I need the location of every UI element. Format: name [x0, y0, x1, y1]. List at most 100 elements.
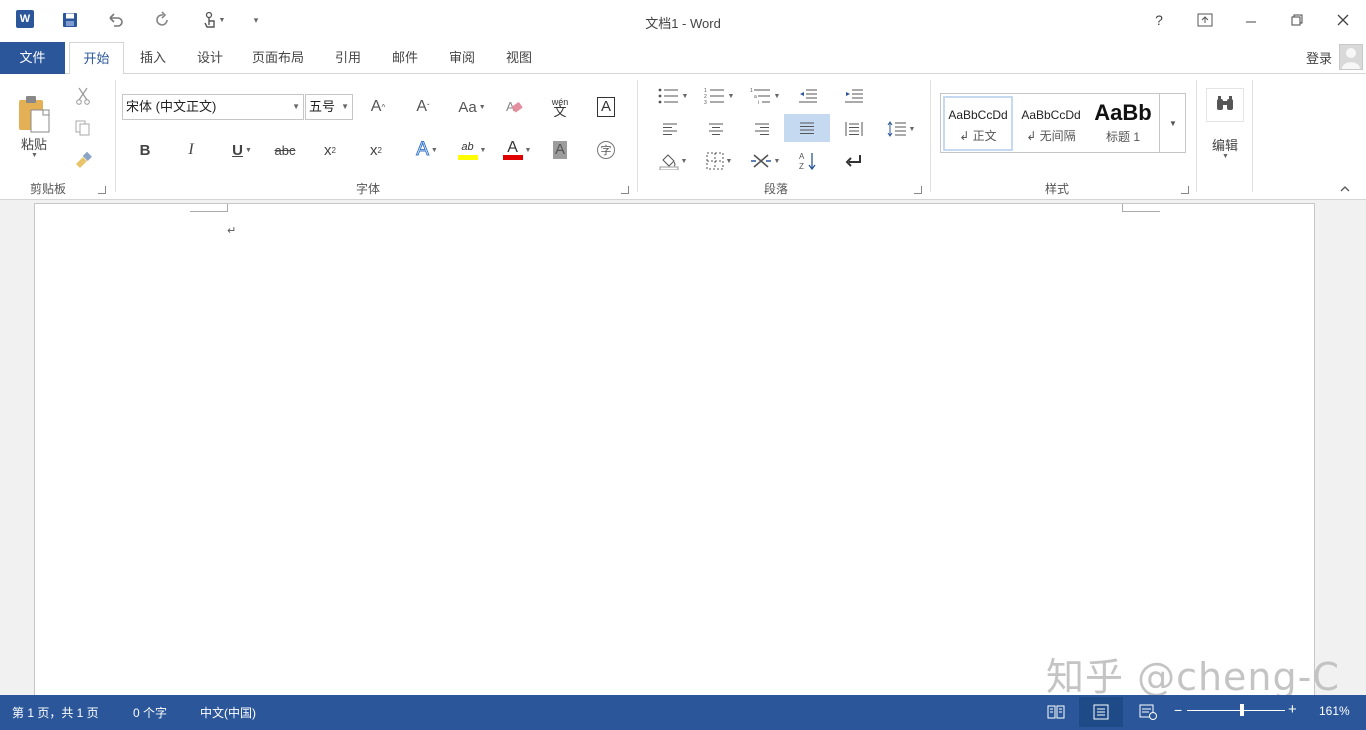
clear-formatting-button[interactable]: A	[500, 94, 530, 120]
tab-view[interactable]: 视图	[498, 42, 540, 74]
tab-file[interactable]: 文件	[0, 42, 65, 74]
ribbon: 粘贴 ▼ 剪贴板 宋体 (中文正文) ▼ 五号 ▼ A ^ Aˇ Aa ▼ A wén 文…	[0, 74, 1366, 200]
distributed-button[interactable]	[840, 116, 868, 142]
document-page[interactable]: ↵	[34, 203, 1315, 703]
sort-button[interactable]: AZ	[794, 148, 822, 174]
clipboard-launcher-icon[interactable]	[98, 186, 106, 194]
paragraph-mark: ↵	[227, 225, 237, 237]
divider	[930, 80, 931, 192]
grow-font-icon: A	[370, 98, 382, 115]
font-color-button[interactable]: A ▼	[500, 137, 534, 163]
superscript-button[interactable]: x2	[362, 137, 390, 163]
styles-gallery: AaBbCcDd ↲ 正文 AaBbCcDd ↲ 无间隔 AaBb 标题 1 ▼	[940, 93, 1186, 153]
line-spacing-button[interactable]: ▼	[884, 116, 918, 142]
bullets-button[interactable]: ▼	[656, 83, 690, 109]
multilevel-list-button[interactable]: 1 a i ▼	[748, 83, 782, 109]
text-effects-button[interactable]: A ▼	[410, 137, 444, 163]
text-effects-icon: A	[416, 139, 430, 161]
divider	[1252, 80, 1253, 192]
zoom-slider-track[interactable]	[1187, 710, 1285, 711]
bold-button[interactable]: B	[132, 137, 158, 163]
character-border-button[interactable]: A	[592, 94, 620, 120]
tab-insert[interactable]: 插入	[132, 42, 174, 74]
decrease-indent-button[interactable]	[794, 83, 822, 109]
styles-more-icon[interactable]: ▼	[1159, 94, 1186, 152]
tab-mailings[interactable]: 邮件	[384, 42, 426, 74]
zoom-slider-thumb[interactable]	[1240, 704, 1244, 716]
justify-button[interactable]	[784, 114, 830, 142]
editing-label[interactable]: 编辑	[1212, 135, 1238, 154]
web-layout-icon[interactable]	[1126, 697, 1170, 727]
collapse-ribbon-icon[interactable]	[1340, 184, 1350, 196]
chinese-layout-button[interactable]: ▼	[748, 148, 782, 174]
grow-font-button[interactable]: A ^	[364, 94, 392, 120]
tab-design[interactable]: 设计	[189, 42, 231, 74]
chevron-down-icon[interactable]: ▼	[292, 95, 300, 119]
superscript-icon: x	[370, 141, 378, 159]
font-launcher-icon[interactable]	[621, 186, 629, 194]
help-icon[interactable]: ?	[1144, 8, 1174, 32]
close-icon[interactable]	[1328, 8, 1358, 32]
show-marks-button[interactable]	[840, 148, 868, 174]
tab-review[interactable]: 审阅	[441, 42, 483, 74]
subscript-icon: x	[324, 141, 332, 159]
align-center-button[interactable]	[702, 116, 730, 142]
numbering-button[interactable]: 1 2 3 ▼	[702, 83, 736, 109]
zoom-out-icon[interactable]: −	[1174, 703, 1182, 717]
watermark: 知乎 @cheng-C	[1046, 655, 1340, 699]
ribbon-display-options-icon[interactable]	[1190, 8, 1220, 32]
sign-in-link[interactable]: 登录	[1306, 48, 1332, 67]
paragraph-launcher-icon[interactable]	[914, 186, 922, 194]
crop-mark	[1122, 204, 1160, 212]
borders-button[interactable]: ▼	[702, 148, 736, 174]
zoom-in-icon[interactable]: +	[1288, 702, 1297, 717]
font-name-box[interactable]: 宋体 (中文正文) ▼	[122, 94, 304, 120]
tab-home[interactable]: 开始	[69, 42, 124, 75]
font-color-swatch	[502, 154, 523, 160]
svg-text:3: 3	[704, 100, 707, 104]
italic-button[interactable]: I	[178, 137, 204, 163]
align-left-button[interactable]	[656, 116, 684, 142]
style-heading-1[interactable]: AaBb 标题 1	[1089, 96, 1157, 151]
paste-dropdown-icon[interactable]: ▼	[31, 152, 38, 159]
tab-references[interactable]: 引用	[327, 42, 369, 74]
svg-text:A: A	[799, 152, 805, 161]
zoom-level[interactable]: 161%	[1319, 704, 1350, 718]
phonetic-guide-button[interactable]: wén 文	[545, 94, 575, 120]
subscript-button[interactable]: x2	[316, 137, 344, 163]
highlight-button[interactable]: ab ▼	[454, 137, 490, 163]
cut-icon[interactable]	[70, 84, 96, 108]
enclose-characters-button[interactable]: 字	[592, 137, 620, 163]
group-label-paragraph: 段落	[763, 182, 788, 196]
copy-icon[interactable]	[70, 116, 96, 140]
page-count[interactable]: 第 1 页，共 1 页	[12, 704, 99, 721]
group-label-clipboard: 剪贴板	[29, 182, 66, 196]
increase-indent-button[interactable]	[840, 83, 868, 109]
chevron-down-icon[interactable]: ▼	[341, 95, 349, 119]
shrink-font-button[interactable]: Aˇ	[409, 94, 437, 120]
read-mode-icon[interactable]	[1034, 697, 1078, 727]
document-canvas[interactable]: ↵ 知乎 @cheng-C	[0, 200, 1366, 703]
font-size-box[interactable]: 五号 ▼	[305, 94, 353, 120]
minimize-icon[interactable]	[1236, 8, 1266, 32]
tab-layout[interactable]: 页面布局	[246, 42, 310, 74]
format-painter-icon[interactable]	[70, 148, 96, 172]
style-no-spacing[interactable]: AaBbCcDd ↲ 无间隔	[1015, 96, 1087, 151]
character-shading-button[interactable]: A	[546, 137, 574, 163]
strikethrough-button[interactable]: abc	[270, 137, 300, 163]
word-count[interactable]: 0 个字	[133, 704, 167, 721]
restore-icon[interactable]	[1282, 8, 1312, 32]
underline-button[interactable]: U ▼	[224, 137, 260, 163]
editing-dropdown-icon[interactable]: ▼	[1222, 153, 1229, 160]
style-preview: AaBb	[1094, 100, 1152, 125]
language-status[interactable]: 中文(中国)	[200, 704, 256, 721]
avatar[interactable]	[1339, 44, 1363, 70]
shading-button[interactable]: ▼	[656, 148, 690, 174]
style-normal[interactable]: AaBbCcDd ↲ 正文	[943, 96, 1013, 151]
styles-launcher-icon[interactable]	[1181, 186, 1189, 194]
style-name: ↲ 无间隔	[1026, 129, 1076, 143]
align-right-button[interactable]	[748, 116, 776, 142]
change-case-button[interactable]: Aa ▼	[454, 94, 490, 120]
find-button[interactable]	[1206, 88, 1244, 122]
print-layout-icon[interactable]	[1079, 697, 1123, 727]
